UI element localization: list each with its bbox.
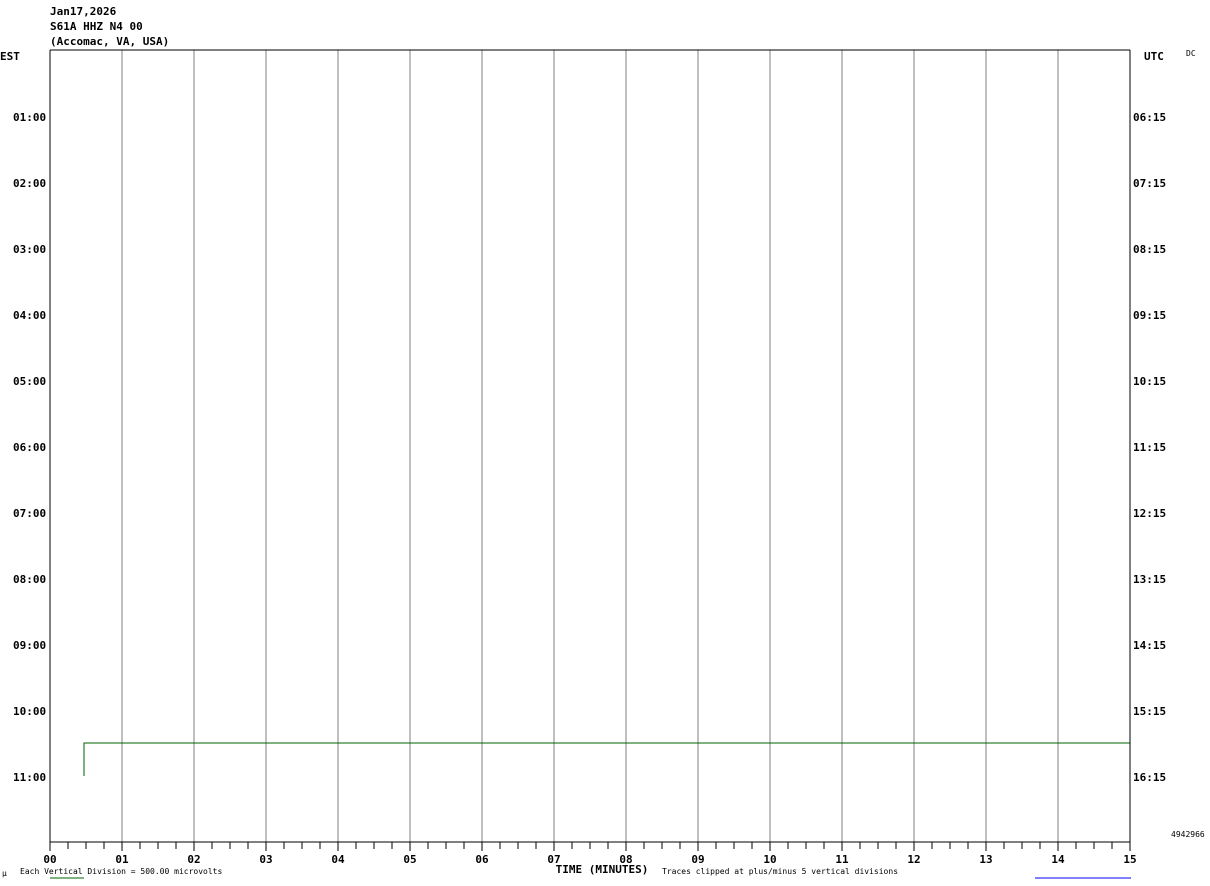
left-row-label: 06:00 (13, 441, 46, 454)
x-tick-label: 10 (763, 853, 776, 866)
x-tick-label: 05 (403, 853, 416, 866)
right-row-label: 16:15 (1133, 771, 1166, 784)
x-tick-label: 11 (835, 853, 849, 866)
right-row-label: 07:15 (1133, 177, 1166, 190)
left-row-label: 01:00 (13, 111, 46, 124)
grid-layer (121, 50, 1059, 842)
right-row-label: 13:15 (1133, 573, 1166, 586)
left-row-label: 02:00 (13, 177, 46, 190)
right-row-label: 06:15 (1133, 111, 1166, 124)
x-tick-label: 04 (331, 853, 345, 866)
x-tick-label: 01 (115, 853, 129, 866)
right-row-label: 10:15 (1133, 375, 1166, 388)
left-row-label: 07:00 (13, 507, 46, 520)
left-row-label: 08:00 (13, 573, 46, 586)
right-row-label: 12:15 (1133, 507, 1166, 520)
x-tick-label: 02 (187, 853, 200, 866)
right-row-label: 14:15 (1133, 639, 1166, 652)
trace-layer (83, 742, 1130, 776)
x-tick-label: 09 (691, 853, 704, 866)
left-row-label: 05:00 (13, 375, 46, 388)
x-tick-label: 03 (259, 853, 272, 866)
x-axis-title: TIME (MINUTES) (556, 863, 649, 876)
left-row-label: 11:00 (13, 771, 46, 784)
right-row-label: 09:15 (1133, 309, 1166, 322)
seismic-trace (83, 742, 1130, 776)
x-tick-label: 13 (979, 853, 992, 866)
x-tick-label: 00 (43, 853, 56, 866)
left-row-label: 03:00 (13, 243, 46, 256)
right-row-label: 15:15 (1133, 705, 1166, 718)
label-layer: 00 01 02 03 04 05 06 07 08 09 10 11 12 13 14 15TIME (MI… (13, 111, 1166, 876)
x-tick-label: 06 (475, 853, 489, 866)
axis-layer (49, 49, 1131, 879)
x-tick-label: 14 (1051, 853, 1065, 866)
left-row-label: 04:00 (13, 309, 46, 322)
x-tick-label: 12 (907, 853, 920, 866)
left-row-label: 10:00 (13, 705, 46, 718)
helicorder-chart: 00 01 02 03 04 05 06 07 08 09 10 11 12 13 14 15TIME (MI… (13, 49, 1166, 879)
left-row-label: 09:00 (13, 639, 46, 652)
right-row-label: 11:15 (1133, 441, 1166, 454)
x-tick-label: 15 (1123, 853, 1136, 866)
right-row-label: 08:15 (1133, 243, 1166, 256)
